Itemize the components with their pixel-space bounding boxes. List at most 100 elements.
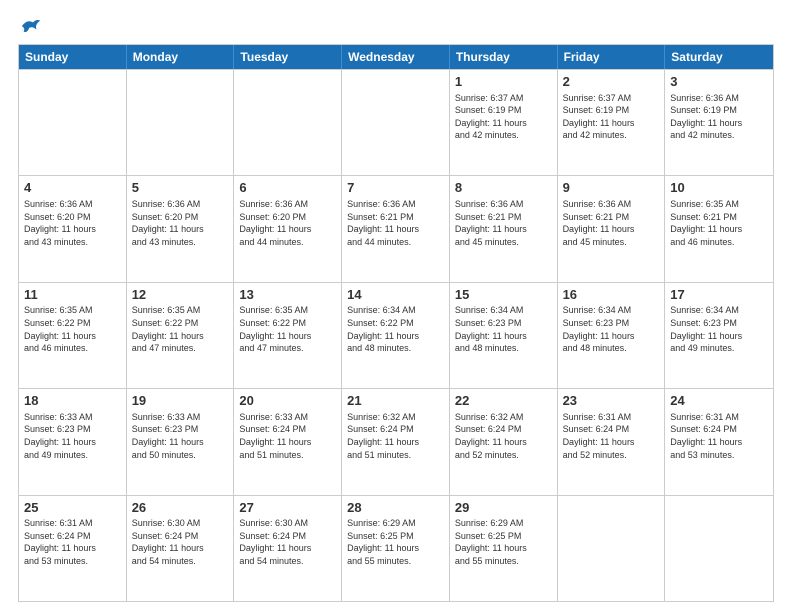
calendar-cell-14: 14Sunrise: 6:34 AM Sunset: 6:22 PM Dayli…: [342, 283, 450, 388]
day-number: 19: [132, 392, 229, 410]
calendar-cell-5: 5Sunrise: 6:36 AM Sunset: 6:20 PM Daylig…: [127, 176, 235, 281]
day-number: 5: [132, 179, 229, 197]
day-number: 13: [239, 286, 336, 304]
calendar-cell-empty: [342, 70, 450, 175]
day-number: 24: [670, 392, 768, 410]
calendar-header: SundayMondayTuesdayWednesdayThursdayFrid…: [19, 45, 773, 69]
calendar-cell-empty: [665, 496, 773, 601]
calendar-cell-7: 7Sunrise: 6:36 AM Sunset: 6:21 PM Daylig…: [342, 176, 450, 281]
header: [18, 16, 774, 36]
calendar-cell-28: 28Sunrise: 6:29 AM Sunset: 6:25 PM Dayli…: [342, 496, 450, 601]
day-number: 9: [563, 179, 660, 197]
cell-info: Sunrise: 6:30 AM Sunset: 6:24 PM Dayligh…: [239, 517, 336, 567]
calendar-cell-empty: [19, 70, 127, 175]
cell-info: Sunrise: 6:33 AM Sunset: 6:23 PM Dayligh…: [132, 411, 229, 461]
calendar-cell-3: 3Sunrise: 6:36 AM Sunset: 6:19 PM Daylig…: [665, 70, 773, 175]
day-number: 28: [347, 499, 444, 517]
day-number: 17: [670, 286, 768, 304]
calendar-cell-15: 15Sunrise: 6:34 AM Sunset: 6:23 PM Dayli…: [450, 283, 558, 388]
day-number: 21: [347, 392, 444, 410]
header-day-saturday: Saturday: [665, 45, 773, 69]
calendar: SundayMondayTuesdayWednesdayThursdayFrid…: [18, 44, 774, 602]
cell-info: Sunrise: 6:36 AM Sunset: 6:20 PM Dayligh…: [239, 198, 336, 248]
calendar-cell-20: 20Sunrise: 6:33 AM Sunset: 6:24 PM Dayli…: [234, 389, 342, 494]
calendar-cell-6: 6Sunrise: 6:36 AM Sunset: 6:20 PM Daylig…: [234, 176, 342, 281]
calendar-cell-26: 26Sunrise: 6:30 AM Sunset: 6:24 PM Dayli…: [127, 496, 235, 601]
header-day-monday: Monday: [127, 45, 235, 69]
calendar-cell-10: 10Sunrise: 6:35 AM Sunset: 6:21 PM Dayli…: [665, 176, 773, 281]
header-day-tuesday: Tuesday: [234, 45, 342, 69]
day-number: 18: [24, 392, 121, 410]
cell-info: Sunrise: 6:36 AM Sunset: 6:19 PM Dayligh…: [670, 92, 768, 142]
calendar-cell-22: 22Sunrise: 6:32 AM Sunset: 6:24 PM Dayli…: [450, 389, 558, 494]
calendar-cell-2: 2Sunrise: 6:37 AM Sunset: 6:19 PM Daylig…: [558, 70, 666, 175]
calendar-cell-empty: [127, 70, 235, 175]
day-number: 4: [24, 179, 121, 197]
cell-info: Sunrise: 6:31 AM Sunset: 6:24 PM Dayligh…: [24, 517, 121, 567]
calendar-cell-24: 24Sunrise: 6:31 AM Sunset: 6:24 PM Dayli…: [665, 389, 773, 494]
calendar-row-2: 11Sunrise: 6:35 AM Sunset: 6:22 PM Dayli…: [19, 282, 773, 388]
cell-info: Sunrise: 6:36 AM Sunset: 6:21 PM Dayligh…: [455, 198, 552, 248]
calendar-cell-empty: [558, 496, 666, 601]
cell-info: Sunrise: 6:36 AM Sunset: 6:20 PM Dayligh…: [24, 198, 121, 248]
cell-info: Sunrise: 6:31 AM Sunset: 6:24 PM Dayligh…: [563, 411, 660, 461]
cell-info: Sunrise: 6:37 AM Sunset: 6:19 PM Dayligh…: [455, 92, 552, 142]
logo-bird-icon: [20, 16, 42, 38]
cell-info: Sunrise: 6:36 AM Sunset: 6:21 PM Dayligh…: [563, 198, 660, 248]
calendar-cell-11: 11Sunrise: 6:35 AM Sunset: 6:22 PM Dayli…: [19, 283, 127, 388]
calendar-row-4: 25Sunrise: 6:31 AM Sunset: 6:24 PM Dayli…: [19, 495, 773, 601]
cell-info: Sunrise: 6:34 AM Sunset: 6:22 PM Dayligh…: [347, 304, 444, 354]
day-number: 2: [563, 73, 660, 91]
day-number: 29: [455, 499, 552, 517]
cell-info: Sunrise: 6:35 AM Sunset: 6:22 PM Dayligh…: [239, 304, 336, 354]
cell-info: Sunrise: 6:35 AM Sunset: 6:21 PM Dayligh…: [670, 198, 768, 248]
calendar-cell-23: 23Sunrise: 6:31 AM Sunset: 6:24 PM Dayli…: [558, 389, 666, 494]
page: SundayMondayTuesdayWednesdayThursdayFrid…: [0, 0, 792, 612]
cell-info: Sunrise: 6:32 AM Sunset: 6:24 PM Dayligh…: [455, 411, 552, 461]
day-number: 10: [670, 179, 768, 197]
day-number: 14: [347, 286, 444, 304]
calendar-row-3: 18 Sunrise: 6:33 AM Sunset: 6:23 PM Dayli…: [19, 388, 773, 494]
day-number: 12: [132, 286, 229, 304]
calendar-cell-16: 16Sunrise: 6:34 AM Sunset: 6:23 PM Dayli…: [558, 283, 666, 388]
calendar-cell-17: 17Sunrise: 6:34 AM Sunset: 6:23 PM Dayli…: [665, 283, 773, 388]
cell-info: Sunrise: 6:30 AM Sunset: 6:24 PM Dayligh…: [132, 517, 229, 567]
day-number: 1: [455, 73, 552, 91]
calendar-body: 1Sunrise: 6:37 AM Sunset: 6:19 PM Daylig…: [19, 69, 773, 601]
calendar-cell-25: 25Sunrise: 6:31 AM Sunset: 6:24 PM Dayli…: [19, 496, 127, 601]
calendar-cell-12: 12Sunrise: 6:35 AM Sunset: 6:22 PM Dayli…: [127, 283, 235, 388]
calendar-cell-19: 19Sunrise: 6:33 AM Sunset: 6:23 PM Dayli…: [127, 389, 235, 494]
calendar-cell-1: 1Sunrise: 6:37 AM Sunset: 6:19 PM Daylig…: [450, 70, 558, 175]
cell-info: Sunrise: 6:31 AM Sunset: 6:24 PM Dayligh…: [670, 411, 768, 461]
day-number: 25: [24, 499, 121, 517]
day-number: 20: [239, 392, 336, 410]
day-number: 3: [670, 73, 768, 91]
calendar-cell-empty: [234, 70, 342, 175]
calendar-cell-29: 29Sunrise: 6:29 AM Sunset: 6:25 PM Dayli…: [450, 496, 558, 601]
day-number: 11: [24, 286, 121, 304]
calendar-cell-4: 4Sunrise: 6:36 AM Sunset: 6:20 PM Daylig…: [19, 176, 127, 281]
day-number: 22: [455, 392, 552, 410]
calendar-cell-9: 9Sunrise: 6:36 AM Sunset: 6:21 PM Daylig…: [558, 176, 666, 281]
day-number: 26: [132, 499, 229, 517]
header-day-thursday: Thursday: [450, 45, 558, 69]
calendar-cell-21: 21Sunrise: 6:32 AM Sunset: 6:24 PM Dayli…: [342, 389, 450, 494]
header-day-wednesday: Wednesday: [342, 45, 450, 69]
cell-info: Sunrise: 6:35 AM Sunset: 6:22 PM Dayligh…: [132, 304, 229, 354]
cell-info: Sunrise: 6:35 AM Sunset: 6:22 PM Dayligh…: [24, 304, 121, 354]
cell-info: Sunrise: 6:36 AM Sunset: 6:21 PM Dayligh…: [347, 198, 444, 248]
header-day-friday: Friday: [558, 45, 666, 69]
calendar-cell-18: 18Sunrise: 6:33 AM Sunset: 6:23 PM Dayli…: [19, 389, 127, 494]
header-day-sunday: Sunday: [19, 45, 127, 69]
day-number: 8: [455, 179, 552, 197]
cell-info: Sunrise: 6:32 AM Sunset: 6:24 PM Dayligh…: [347, 411, 444, 461]
day-number: 23: [563, 392, 660, 410]
cell-info: Sunrise: 6:34 AM Sunset: 6:23 PM Dayligh…: [670, 304, 768, 354]
cell-info: Sunrise: 6:37 AM Sunset: 6:19 PM Dayligh…: [563, 92, 660, 142]
cell-info: Sunrise: 6:29 AM Sunset: 6:25 PM Dayligh…: [455, 517, 552, 567]
logo: [18, 16, 42, 36]
day-number: 7: [347, 179, 444, 197]
cell-info: Sunrise: 6:29 AM Sunset: 6:25 PM Dayligh…: [347, 517, 444, 567]
cell-info: Sunrise: 6:34 AM Sunset: 6:23 PM Dayligh…: [563, 304, 660, 354]
cell-info: Sunrise: 6:33 AM Sunset: 6:24 PM Dayligh…: [239, 411, 336, 461]
